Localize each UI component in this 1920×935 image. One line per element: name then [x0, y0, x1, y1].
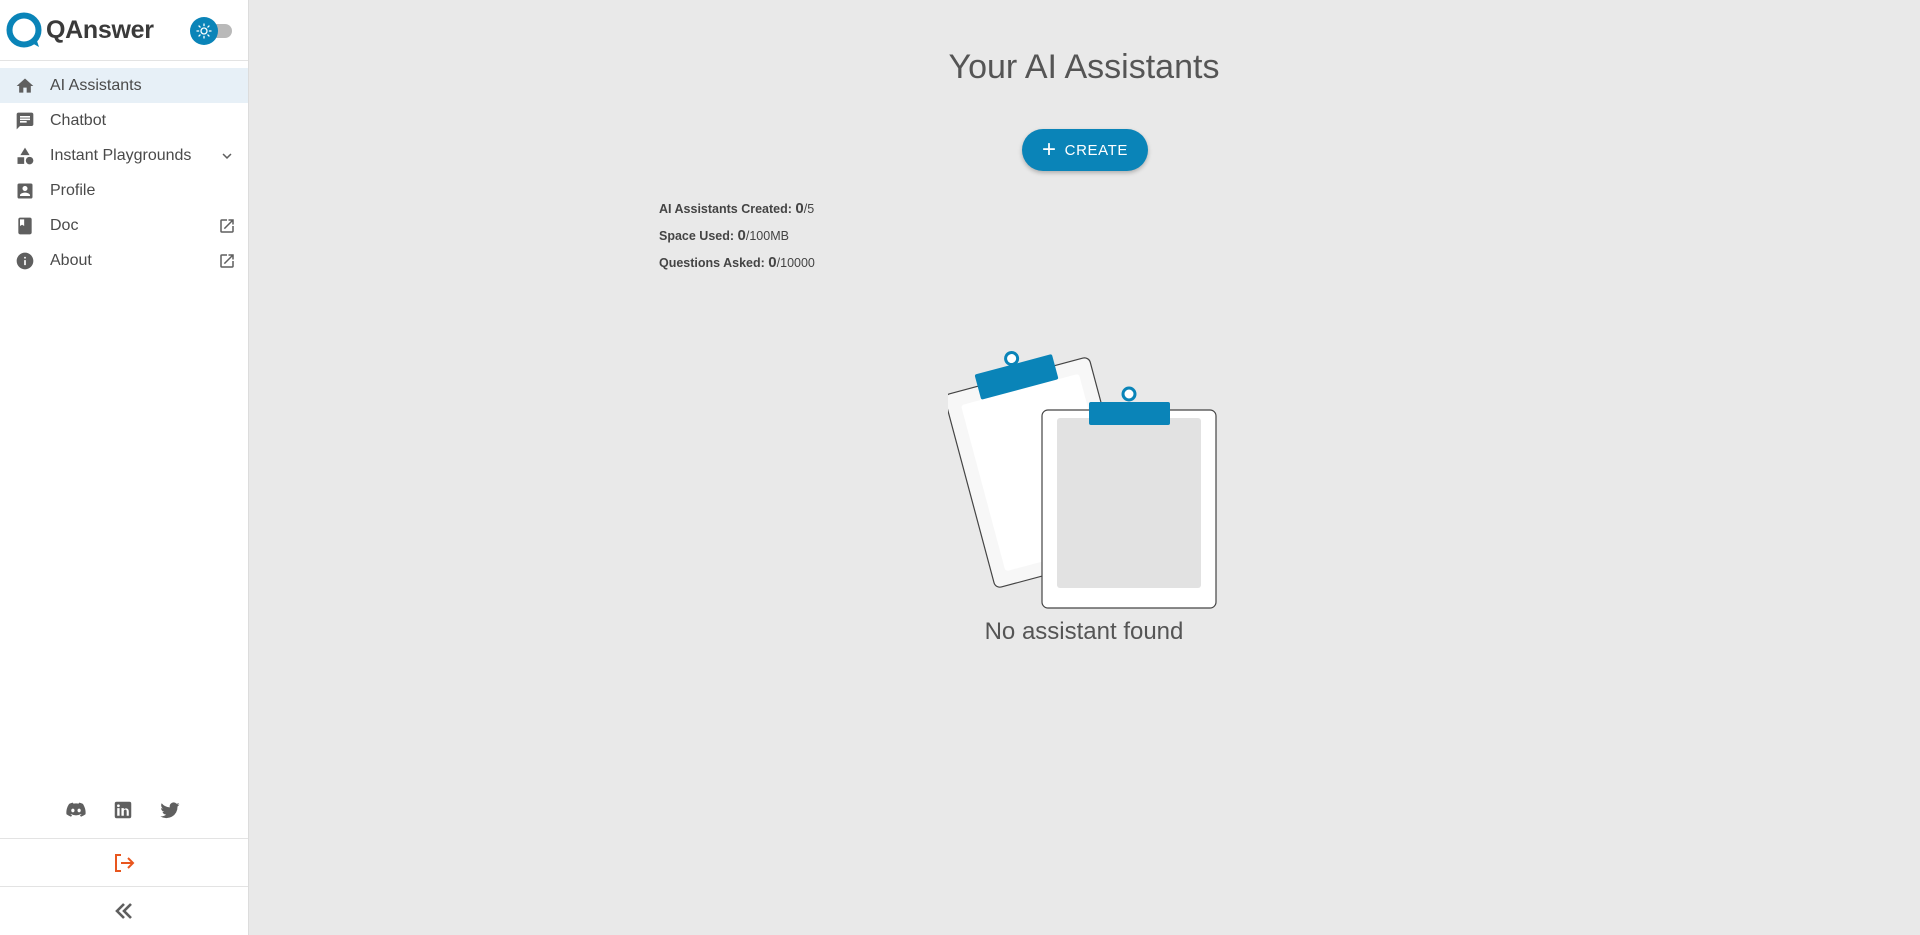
- stat-label: AI Assistants Created:: [659, 202, 792, 216]
- qanswer-logo: [6, 12, 42, 48]
- sidebar-item-label: AI Assistants: [50, 76, 142, 94]
- stat-assistants-created: AI Assistants Created: 0/5: [659, 198, 815, 225]
- sidebar-item-ai-assistants[interactable]: AI Assistants: [0, 68, 248, 103]
- stat-value: 0: [768, 254, 777, 271]
- sidebar-item-label: Profile: [50, 181, 96, 199]
- divider: [0, 60, 248, 61]
- stat-label: Questions Asked:: [659, 256, 765, 270]
- social-links: [0, 795, 248, 825]
- theme-toggle-knob: [190, 17, 218, 45]
- page-title: Your AI Assistants: [948, 48, 1220, 86]
- book-icon: [18, 217, 32, 235]
- divider: [0, 838, 248, 839]
- sidebar-item-chatbot[interactable]: Chatbot: [0, 103, 248, 138]
- divider: [0, 886, 248, 887]
- stat-value: 0: [795, 200, 804, 217]
- chevron-down-icon[interactable]: [218, 147, 236, 165]
- sun-icon: [196, 23, 212, 39]
- stat-questions-asked: Questions Asked: 0/10000: [659, 252, 815, 279]
- create-button-label: CREATE: [1064, 141, 1128, 159]
- chat-icon: [16, 112, 34, 130]
- sidebar-item-doc[interactable]: Doc: [0, 208, 248, 243]
- plus-icon: +: [1042, 136, 1057, 163]
- stat-max: /10000: [776, 256, 815, 270]
- empty-state-text: No assistant found: [984, 618, 1184, 645]
- stat-max: /5: [803, 202, 815, 216]
- discord-icon[interactable]: [65, 799, 87, 821]
- stat-label: Space Used:: [659, 229, 735, 243]
- stat-max: /100MB: [745, 229, 789, 243]
- brand[interactable]: QAnswer: [6, 11, 154, 49]
- external-link-icon: [220, 254, 234, 268]
- sidebar-item-label: Instant Playgrounds: [50, 146, 192, 164]
- external-link-icon: [220, 219, 234, 233]
- sidebar-item-about[interactable]: About: [0, 243, 248, 278]
- twitter-icon[interactable]: [159, 799, 181, 821]
- theme-toggle[interactable]: [190, 16, 234, 46]
- info-icon: [16, 252, 34, 270]
- double-chevron-left-icon[interactable]: [110, 897, 138, 925]
- stat-space-used: Space Used: 0/100MB: [659, 225, 815, 252]
- sidebar: QAnswer AI Assistants Chatbot Instant Pl…: [0, 0, 249, 935]
- sidebar-item-instant-playgrounds[interactable]: Instant Playgrounds: [0, 138, 248, 173]
- create-button[interactable]: + CREATE: [1022, 129, 1148, 171]
- sidebar-item-label: Chatbot: [50, 111, 107, 129]
- home-icon: [16, 78, 34, 93]
- sidebar-item-profile[interactable]: Profile: [0, 173, 248, 208]
- shapes-icon: [17, 147, 34, 165]
- sidebar-item-label: Doc: [50, 216, 79, 234]
- sidebar-item-label: About: [50, 251, 92, 269]
- stat-value: 0: [737, 227, 746, 244]
- empty-clipboards-illustration: [948, 351, 1217, 609]
- profile-icon: [17, 183, 33, 199]
- sidebar-nav: AI Assistants Chatbot Instant Playground…: [0, 68, 248, 278]
- logout-icon[interactable]: [110, 849, 138, 877]
- brand-name: QAnswer: [46, 15, 154, 44]
- usage-stats: AI Assistants Created: 0/5 Space Used: 0…: [659, 198, 815, 279]
- linkedin-icon[interactable]: [112, 799, 134, 821]
